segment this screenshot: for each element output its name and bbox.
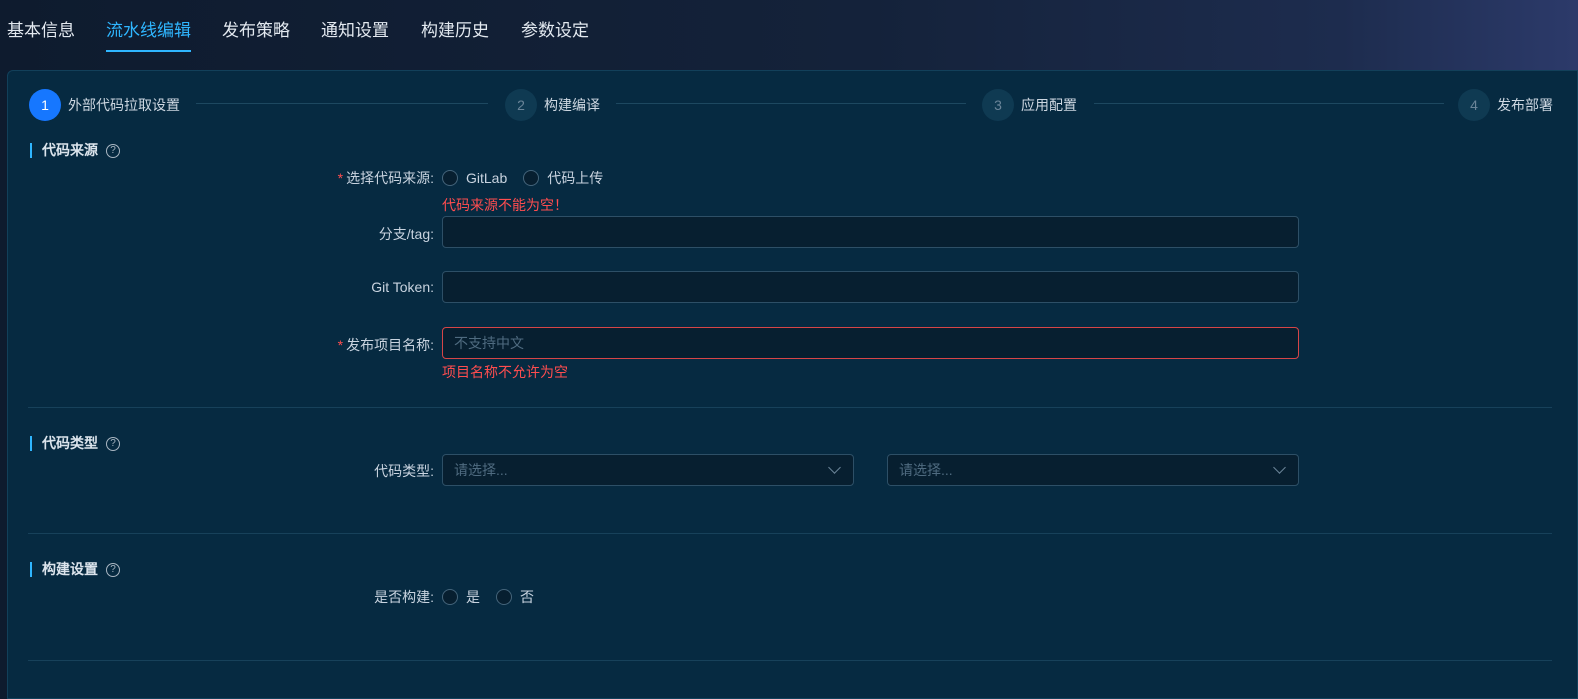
tab-build-history[interactable]: 构建历史 xyxy=(421,16,489,52)
tab-pipeline-edit[interactable]: 流水线编辑 xyxy=(106,16,191,52)
project-name-error: 项目名称不允许为空 xyxy=(442,364,568,380)
required-mark: * xyxy=(337,170,344,186)
step-connector xyxy=(1094,103,1444,104)
code-type-select-primary[interactable]: 请选择... xyxy=(442,454,854,486)
top-tabs: 基本信息 流水线编辑 发布策略 通知设置 构建历史 参数设定 xyxy=(0,0,1578,62)
section-title-text: 代码来源 xyxy=(42,142,98,158)
step-connector xyxy=(616,103,966,104)
code-source-radio-group: GitLab 代码上传 xyxy=(442,168,619,188)
tab-basic-info[interactable]: 基本信息 xyxy=(7,16,75,52)
step-2-circle[interactable]: 2 xyxy=(505,89,537,121)
code-source-label: * 选择代码来源: xyxy=(337,170,434,186)
code-type-label: 代码类型: xyxy=(374,463,434,479)
build-toggle-label: 是否构建: xyxy=(374,589,434,605)
chevron-down-icon xyxy=(828,461,841,474)
chevron-down-icon xyxy=(1273,461,1286,474)
step-3-label[interactable]: 应用配置 xyxy=(1021,95,1077,115)
radio-build-no[interactable]: 否 xyxy=(496,587,534,607)
section-title-code-source: 代码来源 ? xyxy=(30,143,120,158)
pipeline-form-panel: 1 外部代码拉取设置 2 构建编译 3 应用配置 4 发布部署 代码来源 ? *… xyxy=(7,70,1578,699)
code-source-error: 代码来源不能为空！ xyxy=(442,197,568,213)
section-title-code-type: 代码类型 ? xyxy=(30,436,120,451)
radio-code-upload[interactable]: 代码上传 xyxy=(523,168,603,188)
radio-circle[interactable] xyxy=(442,170,458,186)
help-icon[interactable]: ? xyxy=(106,436,120,451)
step-connector xyxy=(196,103,488,104)
section-title-text: 代码类型 xyxy=(42,435,98,451)
project-name-input[interactable] xyxy=(442,327,1299,359)
step-4-label[interactable]: 发布部署 xyxy=(1497,95,1553,115)
required-mark: * xyxy=(337,337,344,353)
help-icon[interactable]: ? xyxy=(106,562,120,577)
section-divider xyxy=(28,533,1552,534)
git-token-label: Git Token: xyxy=(371,279,434,295)
step-1-label[interactable]: 外部代码拉取设置 xyxy=(68,95,180,115)
code-type-select-secondary[interactable]: 请选择... xyxy=(887,454,1299,486)
help-icon[interactable]: ? xyxy=(106,143,120,158)
project-name-label: * 发布项目名称: xyxy=(337,337,434,353)
radio-circle[interactable] xyxy=(442,589,458,605)
step-3-circle[interactable]: 3 xyxy=(982,89,1014,121)
branch-tag-input[interactable] xyxy=(442,216,1299,248)
branch-tag-label: 分支/tag: xyxy=(378,226,434,242)
tab-parameter-settings[interactable]: 参数设定 xyxy=(521,16,589,52)
section-title-text: 构建设置 xyxy=(42,561,98,577)
radio-build-yes[interactable]: 是 xyxy=(442,587,480,607)
radio-gitlab[interactable]: GitLab xyxy=(442,170,507,186)
section-divider xyxy=(28,407,1552,408)
step-2-label[interactable]: 构建编译 xyxy=(544,95,600,115)
git-token-input[interactable] xyxy=(442,271,1299,303)
build-radio-group: 是 否 xyxy=(442,587,550,607)
step-4-circle[interactable]: 4 xyxy=(1458,89,1490,121)
tab-notification-settings[interactable]: 通知设置 xyxy=(321,16,389,52)
radio-circle[interactable] xyxy=(496,589,512,605)
step-1-circle[interactable]: 1 xyxy=(29,89,61,121)
section-divider xyxy=(28,660,1552,661)
section-title-build-settings: 构建设置 ? xyxy=(30,562,120,577)
tab-release-strategy[interactable]: 发布策略 xyxy=(222,16,290,52)
radio-circle[interactable] xyxy=(523,170,540,186)
